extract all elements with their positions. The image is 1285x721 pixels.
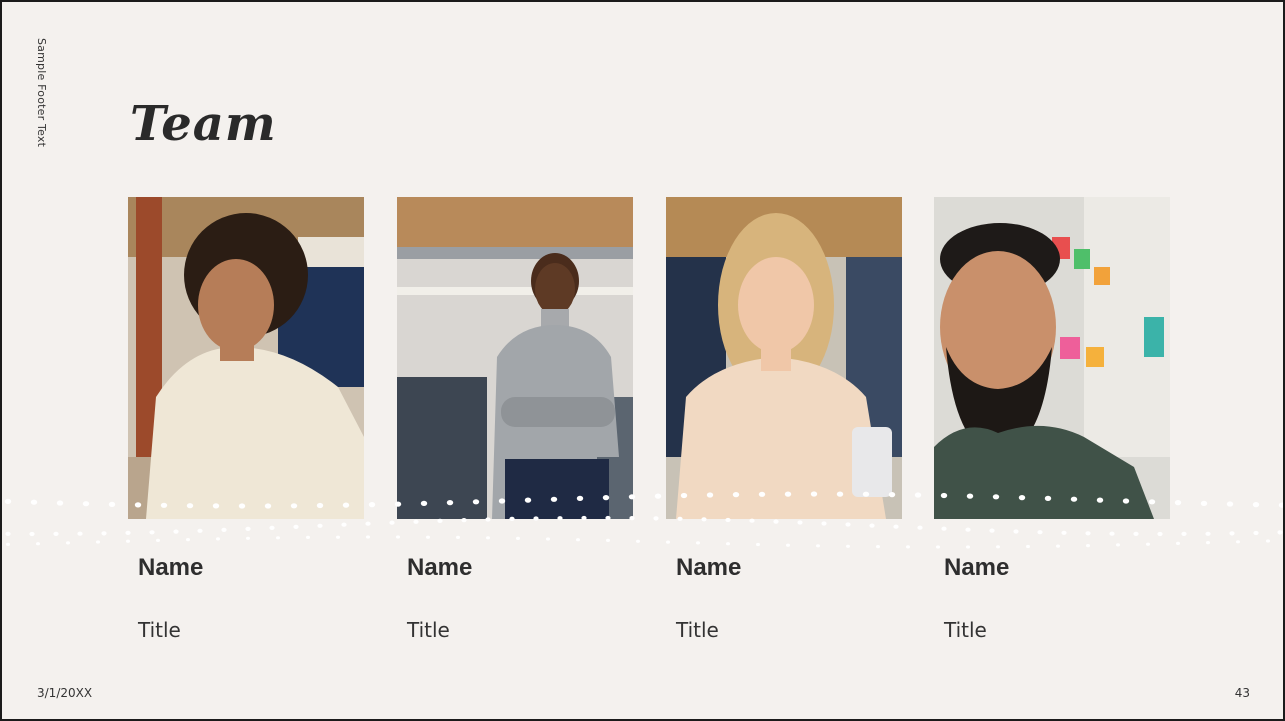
decorative-dots	[4, 491, 1283, 549]
member-photo	[666, 197, 902, 519]
team-member-4: Name Title	[934, 197, 1170, 642]
member-photo	[397, 197, 633, 519]
slide-title: Team	[130, 96, 277, 152]
member-photo	[934, 197, 1170, 519]
member-photo	[128, 197, 364, 519]
page-number: 43	[1234, 686, 1250, 700]
team-member-3: Name Title	[666, 197, 902, 642]
footer-text: Sample Footer Text	[35, 38, 48, 148]
member-title: Title	[676, 618, 719, 642]
team-member-2: Name Title	[397, 197, 633, 642]
slide-date: 3/1/20XX	[37, 686, 93, 700]
member-title: Title	[138, 618, 181, 642]
member-title: Title	[407, 618, 450, 642]
team-member-1: Name Title	[128, 197, 364, 642]
slide: Sample Footer Text Team Name Title Name …	[0, 0, 1285, 721]
member-title: Title	[944, 618, 987, 642]
